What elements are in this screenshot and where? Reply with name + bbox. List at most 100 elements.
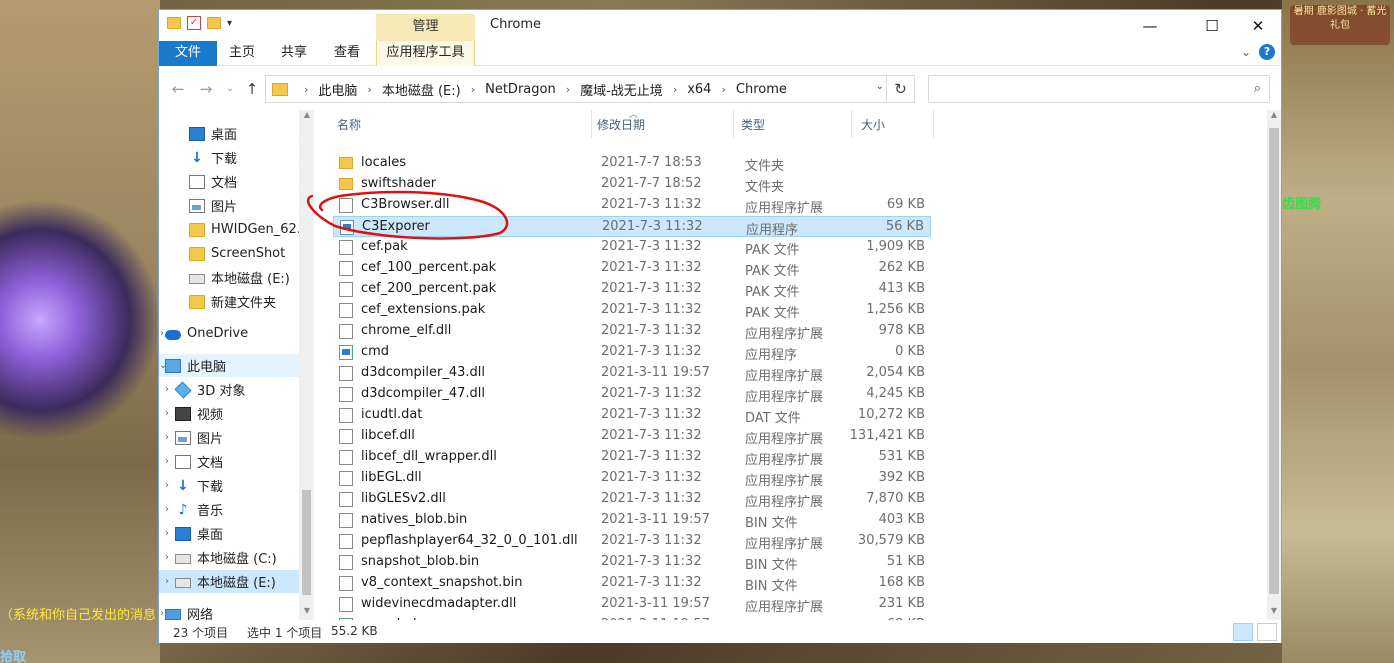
close-button[interactable]: ✕ [1235,10,1281,41]
table-row[interactable]: wow_helper 2021-3-11 19:57 应用程序 68 KB [333,615,931,620]
properties-icon[interactable]: ✓ [187,16,201,30]
expand-chevron-icon[interactable]: › [159,456,175,467]
table-row[interactable]: cef_extensions.pak 2021-7-3 11:32 PAK 文件 1,… [333,300,931,321]
expand-chevron-icon[interactable]: › [159,480,175,491]
forward-arrow-icon[interactable]: → [195,78,217,100]
breadcrumb-item[interactable]: x64 [687,82,711,97]
table-row[interactable]: cef_200_percent.pak 2021-7-3 11:32 PAK 文件 4… [333,279,931,300]
back-arrow-icon[interactable]: ← [167,78,189,100]
scroll-down-icon[interactable]: ▼ [300,606,314,615]
sidebar-item[interactable]: › ♪ 音乐 [159,498,314,521]
breadcrumb-item[interactable]: 魔域-战无止境 [580,80,663,99]
table-row[interactable]: cef.pak 2021-7-3 11:32 PAK 文件 1,909 KB [333,237,931,258]
table-row[interactable]: C3Browser.dll 2021-7-3 11:32 应用程序扩展 69 KB [333,195,931,216]
sidebar-item[interactable]: ⌄ 此电脑 [159,354,314,377]
folder-icon[interactable] [167,17,181,29]
expand-chevron-icon[interactable]: › [159,432,175,443]
table-row[interactable]: snapshot_blob.bin 2021-7-3 11:32 BIN 文件 51 … [333,552,931,573]
sidebar-item[interactable]: › 图片 [159,426,314,449]
search-input[interactable]: ⌕ [928,75,1270,103]
breadcrumb-item[interactable]: Chrome [736,82,787,97]
column-divider[interactable] [851,110,852,138]
large-icons-view-icon[interactable] [1257,623,1277,641]
sidebar-item[interactable]: › OneDrive [159,322,314,345]
table-row[interactable]: pepflashplayer64_32_0_0_101.dll 2021-7-3 … [333,531,931,552]
breadcrumb-item[interactable]: 本地磁盘 (E:) [382,80,461,99]
maximize-button[interactable]: ☐ [1189,10,1235,41]
table-row[interactable]: v8_context_snapshot.bin 2021-7-3 11:32 BIN… [333,573,931,594]
ribbon-tabs: 文件 主页 共享 查看 应用程序工具 ⌄ ? [159,41,1281,66]
column-type[interactable]: 类型 [741,116,765,133]
table-row[interactable]: natives_blob.bin 2021-3-11 19:57 BIN 文件 403… [333,510,931,531]
breadcrumb-item[interactable]: NetDragon [485,82,556,97]
column-divider[interactable] [591,110,592,138]
sidebar-item[interactable]: › 文档 [159,450,314,473]
expand-chevron-icon[interactable]: › [159,576,175,587]
scroll-down-icon[interactable]: ▼ [1267,606,1281,615]
table-row[interactable]: d3dcompiler_43.dll 2021-3-11 19:57 应用程序扩展 2… [333,363,931,384]
sidebar-item[interactable]: HWIDGen_62.0 [159,218,314,241]
column-divider[interactable] [933,110,934,138]
expand-ribbon-icon[interactable]: ⌄ [1241,45,1251,59]
expand-chevron-icon[interactable]: › [159,528,175,539]
sidebar-item[interactable]: 本地磁盘 (E:) [159,266,314,289]
tab-home[interactable]: 主页 [229,41,255,66]
table-row[interactable]: C3Exporer 2021-7-3 11:32 应用程序 56 KB [333,216,931,238]
expand-chevron-icon[interactable]: › [159,384,175,395]
table-row[interactable]: libGLESv2.dll 2021-7-3 11:32 应用程序扩展 7,870 K… [333,489,931,510]
sidebar-item[interactable]: › 本地磁盘 (E:) [159,570,314,593]
sidebar-item[interactable]: › 视频 [159,402,314,425]
sidebar-item[interactable]: 桌面📌 [159,122,314,145]
minimize-button[interactable]: — [1127,10,1173,41]
column-size[interactable]: 大小 [861,116,885,133]
table-row[interactable]: widevinecdmadapter.dll 2021-3-11 19:57 应用程… [333,594,931,615]
tab-view[interactable]: 查看 [334,41,360,66]
table-row[interactable]: d3dcompiler_47.dll 2021-7-3 11:32 应用程序扩展 4,… [333,384,931,405]
table-row[interactable]: libEGL.dll 2021-7-3 11:32 应用程序扩展 392 KB [333,468,931,489]
context-tab-manage[interactable]: 管理 [376,14,475,41]
sidebar-item[interactable]: 文档📌 [159,170,314,193]
address-bar[interactable]: › 此电脑 › 本地磁盘 (E:) › NetDragon › 魔域-战无止境 … [265,75,915,103]
sidebar-item[interactable]: ScreenShot [159,242,314,265]
sidebar-item[interactable]: › 网络 [159,602,314,620]
help-icon[interactable]: ? [1259,44,1275,60]
sidebar-item[interactable]: › 3D 对象 [159,378,314,401]
breadcrumb-item[interactable]: 此电脑 [318,80,357,99]
sidebar-item[interactable]: › 桌面 [159,522,314,545]
expand-chevron-icon[interactable]: › [159,408,175,419]
scroll-up-icon[interactable]: ▲ [300,110,314,119]
sidebar-item[interactable]: › 本地磁盘 (C:) [159,546,314,569]
file-size: 7,870 KB [866,491,925,506]
sidebar-item[interactable]: 图片📌 [159,194,314,217]
sidebar-item[interactable]: › ↓ 下载 [159,474,314,497]
expand-chevron-icon[interactable]: › [159,552,175,563]
table-row[interactable]: cmd 2021-7-3 11:32 应用程序 0 KB [333,342,931,363]
tab-app-tools[interactable]: 应用程序工具 [376,41,475,66]
file-type: PAK 文件 [745,285,800,300]
address-dropdown-icon[interactable]: ⌄ [876,81,884,92]
recent-locations-icon[interactable]: ⌄ [219,78,241,100]
column-name[interactable]: 名称 [337,116,361,133]
table-row[interactable]: libcef_dll_wrapper.dll 2021-7-3 11:32 应用程序… [333,447,931,468]
column-date[interactable]: 修改日期 [597,116,645,133]
tab-file[interactable]: 文件 [159,41,217,66]
expand-chevron-icon[interactable]: › [159,504,175,515]
scroll-up-icon[interactable]: ▲ [1267,110,1281,119]
table-row[interactable]: cef_100_percent.pak 2021-7-3 11:32 PAK 文件 2… [333,258,931,279]
table-row[interactable]: icudtl.dat 2021-7-3 11:32 DAT 文件 10,272 KB [333,405,931,426]
table-row[interactable]: chrome_elf.dll 2021-7-3 11:32 应用程序扩展 978 KB [333,321,931,342]
details-view-icon[interactable] [1233,623,1253,641]
refresh-icon[interactable]: ↻ [886,76,914,102]
table-row[interactable]: locales 2021-7-7 18:53 文件夹 [333,153,931,174]
up-arrow-icon[interactable]: ↑ [241,78,263,100]
tab-share[interactable]: 共享 [281,41,307,66]
column-divider[interactable] [733,110,734,138]
sidebar-scroll-thumb[interactable] [302,490,311,595]
new-folder-icon[interactable] [207,17,221,29]
customize-toolbar-icon[interactable]: ▾ [227,18,232,29]
sidebar-item[interactable]: 新建文件夹 [159,290,314,313]
sidebar-item[interactable]: ↓下载📌 [159,146,314,169]
file-list-scroll-thumb[interactable] [1269,128,1279,594]
table-row[interactable]: libcef.dll 2021-7-3 11:32 应用程序扩展 131,421 KB [333,426,931,447]
table-row[interactable]: swiftshader 2021-7-7 18:52 文件夹 [333,174,931,195]
